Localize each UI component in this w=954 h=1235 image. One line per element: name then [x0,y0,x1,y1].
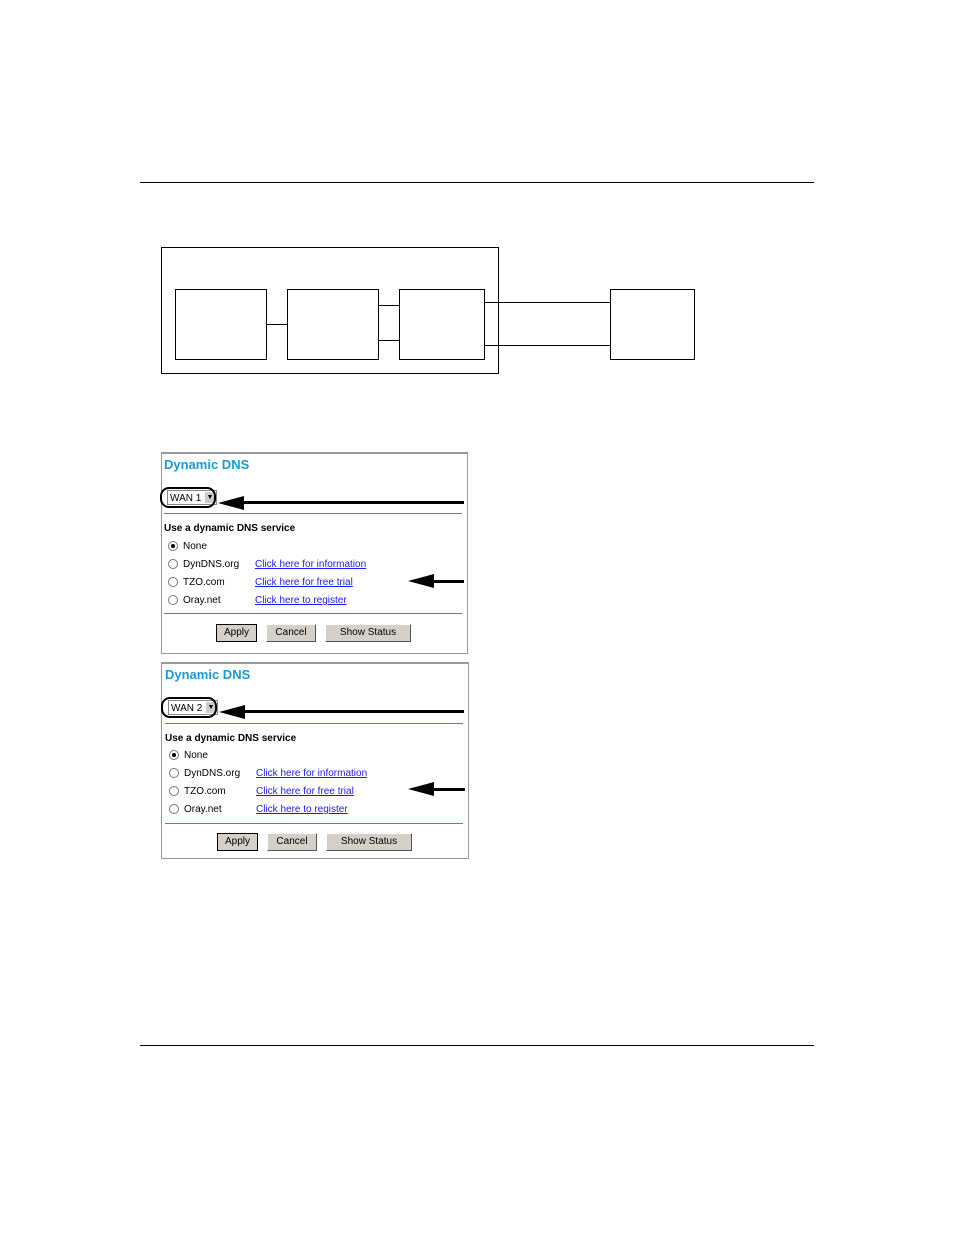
tzo-trial-link[interactable]: Click here for free trial [255,577,353,588]
option-label: Oray.net [184,804,222,815]
radio[interactable] [168,577,178,588]
option-label: TZO.com [183,577,225,588]
diagram-connector [379,305,399,306]
divider [164,613,462,614]
header-rule [140,182,814,183]
dyndns-info-link[interactable]: Click here for information [255,559,366,570]
option-label: TZO.com [184,786,226,797]
option-label: Oray.net [183,595,221,606]
arrow-left-icon [218,496,244,510]
cancel-button[interactable]: Cancel [267,833,317,851]
oray-register-link[interactable]: Click here to register [255,595,347,606]
dyndns-info-link[interactable]: Click here for information [256,768,367,779]
highlight-oval [161,697,217,718]
radio[interactable] [169,786,179,797]
divider [164,513,462,514]
divider [165,723,463,724]
option-tzo[interactable]: TZO.com [168,577,225,588]
diagram-box-4 [610,289,695,360]
callout-arrow-line [242,501,464,504]
option-label: DynDNS.org [183,559,240,570]
callout-arrow-line [432,788,465,791]
arrow-left-icon [219,705,245,719]
service-label: Use a dynamic DNS service [165,733,297,744]
footer-rule [140,1045,814,1046]
diagram-connector [379,340,399,341]
dynamic-dns-panel-wan1: Dynamic DNS WAN 1 ▼ Use a dynamic DNS ser… [160,452,468,654]
option-label: None [184,750,208,761]
diagram-box-3 [399,289,485,360]
callout-arrow-line [432,580,464,583]
show-status-button[interactable]: Show Status [325,624,411,642]
radio[interactable] [168,595,178,606]
cancel-button[interactable]: Cancel [266,624,316,642]
radio-selected[interactable] [168,541,178,552]
option-label: DynDNS.org [184,768,241,779]
arrow-left-icon [408,782,434,796]
oray-register-link[interactable]: Click here to register [256,804,348,815]
radio[interactable] [168,559,178,570]
option-oray[interactable]: Oray.net [169,804,222,815]
panel-title: Dynamic DNS [165,667,251,682]
panel-title: Dynamic DNS [164,457,250,472]
option-tzo[interactable]: TZO.com [169,786,226,797]
arrow-left-icon [408,574,434,588]
diagram-box-1 [175,289,267,360]
show-status-button[interactable]: Show Status [326,833,412,851]
option-dyndns[interactable]: DynDNS.org [168,559,239,570]
option-none[interactable]: None [169,750,208,761]
highlight-oval [160,487,216,508]
option-none[interactable]: None [168,541,207,552]
diagram-box-2 [287,289,379,360]
diagram-connector [267,324,287,325]
tzo-trial-link[interactable]: Click here for free trial [256,786,354,797]
radio[interactable] [169,804,179,815]
service-label: Use a dynamic DNS service [164,523,296,534]
option-label: None [183,541,207,552]
divider [165,823,463,824]
apply-button[interactable]: Apply [216,624,257,642]
option-dyndns[interactable]: DynDNS.org [169,768,240,779]
callout-arrow-line [243,710,464,713]
radio-selected[interactable] [169,750,179,761]
apply-button[interactable]: Apply [217,833,258,851]
document-page: Dynamic DNS WAN 1 ▼ Use a dynamic DNS ser… [0,0,954,1235]
dynamic-dns-panel-wan2: Dynamic DNS WAN 2 ▼ Use a dynamic DNS ser… [161,662,469,859]
diagram-connector [485,345,610,346]
diagram-connector [485,302,610,303]
option-oray[interactable]: Oray.net [168,595,221,606]
radio[interactable] [169,768,179,779]
